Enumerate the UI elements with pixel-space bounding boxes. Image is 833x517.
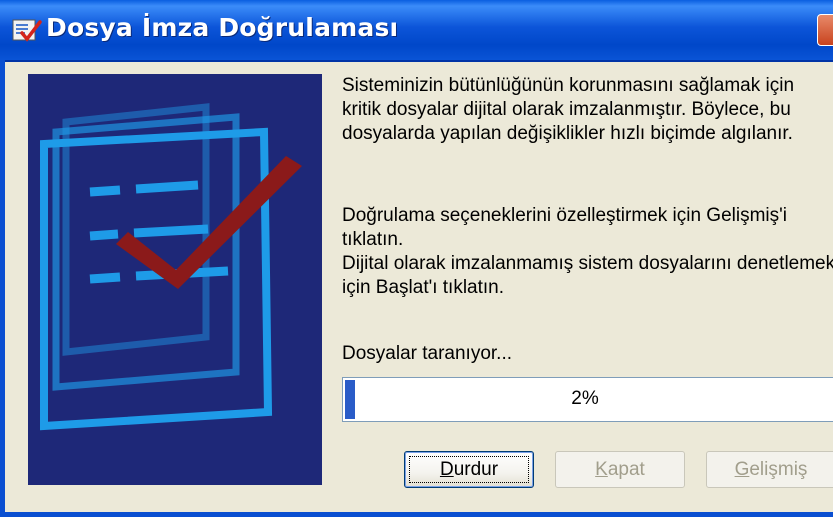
close-button-label: apat xyxy=(607,458,645,480)
title-bar[interactable]: Dosya İmza Doğrulaması xyxy=(0,0,833,62)
window-title: Dosya İmza Doğrulaması xyxy=(46,13,399,42)
focus-rectangle xyxy=(409,456,529,483)
progress-bar: 2% xyxy=(342,377,833,422)
scan-status-text: Dosyalar taranıyor... xyxy=(342,343,513,364)
description-line: Sisteminizin bütünlüğünün korunmasını sa… xyxy=(342,75,795,96)
instructions-line: Doğrulama seçeneklerini özelleştirmek iç… xyxy=(342,205,787,226)
document-checkmark-illustration xyxy=(28,74,322,485)
description-line: kritik dosyalar dijital olarak imzalanmı… xyxy=(342,99,791,120)
advanced-button[interactable]: Gelişmiş xyxy=(706,451,833,488)
instructions-text: Doğrulama seçeneklerini özelleştirmek iç… xyxy=(342,204,833,300)
description-line: dosyalarda yapılan değişiklikler hızlı b… xyxy=(342,123,793,144)
close-button[interactable]: Kapat xyxy=(555,451,685,488)
stop-button[interactable]: Durdur xyxy=(404,451,534,488)
progress-label: 2% xyxy=(571,388,599,409)
signature-verification-icon xyxy=(12,19,42,42)
instructions-line: Dijital olarak imzalanmamış sistem dosya… xyxy=(342,253,833,274)
window-frame-bottom xyxy=(0,512,833,517)
window-frame-left xyxy=(0,60,5,517)
advanced-button-mnemonic: G xyxy=(734,458,750,480)
instructions-line: için Başlat'ı tıklatın. xyxy=(342,277,505,298)
instructions-line: tıklatın. xyxy=(342,229,404,250)
advanced-button-label: elişmiş xyxy=(749,458,808,480)
description-text: Sisteminizin bütünlüğünün korunmasını sa… xyxy=(342,74,794,146)
window-close-button[interactable] xyxy=(817,14,833,46)
close-button-mnemonic: K xyxy=(595,458,608,480)
